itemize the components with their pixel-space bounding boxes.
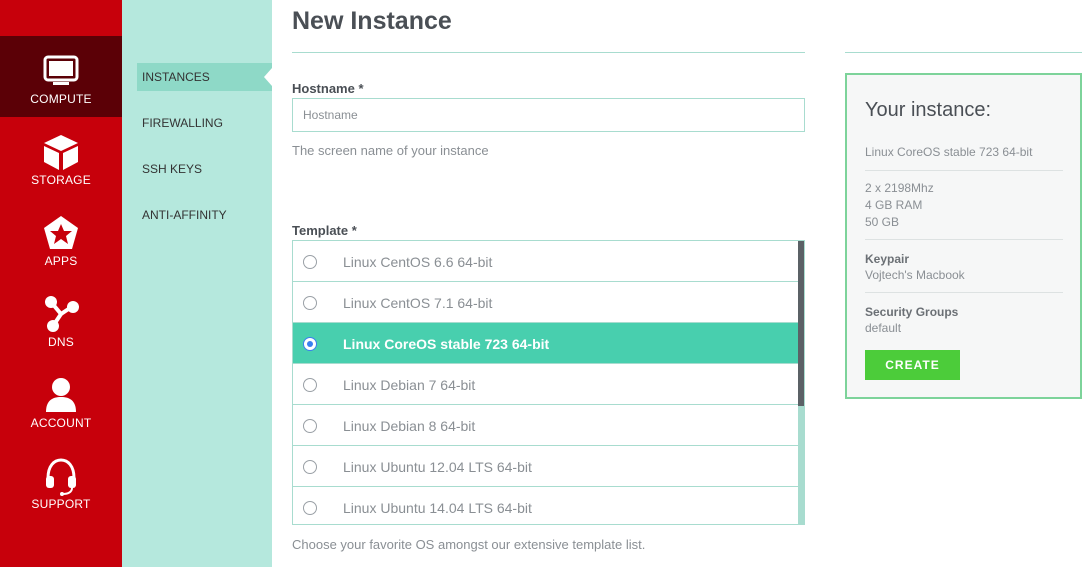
cube-icon bbox=[41, 132, 81, 172]
radio-button[interactable] bbox=[303, 378, 317, 392]
template-option[interactable]: Linux CentOS 7.1 64-bit bbox=[293, 282, 798, 323]
subnav-item-ssh-keys[interactable]: SSH KEYS bbox=[137, 155, 272, 183]
summary-divider bbox=[865, 239, 1063, 240]
keypair-label: Keypair bbox=[865, 252, 910, 266]
summary-cpu: 2 x 2198Mhz bbox=[865, 181, 934, 195]
nav-item-apps[interactable]: APPS bbox=[0, 198, 122, 279]
active-pointer bbox=[264, 68, 272, 86]
nav-item-dns[interactable]: DNS bbox=[0, 279, 122, 360]
template-option-label: Linux Debian 8 64-bit bbox=[343, 418, 476, 434]
nav-label: SUPPORT bbox=[31, 497, 91, 511]
security-groups-value: default bbox=[865, 321, 902, 335]
panel-title: Your instance: bbox=[865, 99, 992, 121]
share-nodes-icon bbox=[41, 294, 81, 334]
nav-label: COMPUTE bbox=[30, 92, 92, 106]
nav-item-compute[interactable]: COMPUTE bbox=[0, 36, 122, 117]
page-title: New Instance bbox=[292, 7, 452, 35]
secondary-nav: INSTANCES FIREWALLING SSH KEYS ANTI-AFFI… bbox=[122, 0, 272, 567]
template-option[interactable]: Linux Ubuntu 14.04 LTS 64-bit bbox=[293, 487, 798, 524]
security-groups-label: Security Groups bbox=[865, 305, 959, 319]
summary-template: Linux CoreOS stable 723 64-bit bbox=[865, 145, 1033, 159]
template-list[interactable]: Linux CentOS 6.6 64-bit Linux CentOS 7.1… bbox=[292, 240, 805, 525]
template-option[interactable]: Linux Debian 8 64-bit bbox=[293, 405, 798, 446]
title-divider bbox=[292, 52, 805, 53]
app-root: COMPUTE STORAGE APPS DNS ACCOUNT SUPPORT… bbox=[0, 0, 1090, 567]
scrollbar-thumb[interactable] bbox=[798, 241, 804, 406]
hostname-help: The screen name of your instance bbox=[292, 143, 489, 158]
radio-button[interactable] bbox=[303, 419, 317, 433]
template-option[interactable]: Linux CentOS 6.6 64-bit bbox=[293, 241, 798, 282]
radio-button[interactable] bbox=[303, 501, 317, 515]
template-help: Choose your favorite OS amongst our exte… bbox=[292, 537, 646, 552]
summary-disk: 50 GB bbox=[865, 215, 900, 229]
headset-icon bbox=[41, 456, 81, 496]
nav-label: ACCOUNT bbox=[30, 416, 92, 430]
nav-item-account[interactable]: ACCOUNT bbox=[0, 360, 122, 441]
nav-label: DNS bbox=[48, 335, 74, 349]
panel-divider bbox=[845, 52, 1082, 53]
template-option[interactable]: Linux Ubuntu 12.04 LTS 64-bit bbox=[293, 446, 798, 487]
nav-label: STORAGE bbox=[31, 173, 91, 187]
monitor-icon bbox=[41, 51, 81, 91]
radio-button[interactable] bbox=[303, 460, 317, 474]
nav-label: APPS bbox=[44, 254, 78, 268]
summary-ram: 4 GB RAM bbox=[865, 198, 923, 212]
nav-item-support[interactable]: SUPPORT bbox=[0, 441, 122, 522]
hostname-label: Hostname * bbox=[292, 81, 364, 96]
template-option-label: Linux Ubuntu 12.04 LTS 64-bit bbox=[343, 459, 532, 475]
subnav-item-instances[interactable]: INSTANCES bbox=[137, 63, 272, 91]
subnav-item-firewalling[interactable]: FIREWALLING bbox=[137, 109, 272, 137]
nav-item-storage[interactable]: STORAGE bbox=[0, 117, 122, 198]
template-option-label: Linux CoreOS stable 723 64-bit bbox=[343, 336, 550, 352]
hostname-input[interactable] bbox=[292, 98, 805, 132]
user-icon bbox=[41, 375, 81, 415]
template-option-label: Linux CentOS 6.6 64-bit bbox=[343, 254, 493, 270]
radio-button-checked[interactable] bbox=[303, 337, 317, 351]
radio-button[interactable] bbox=[303, 296, 317, 310]
summary-divider bbox=[865, 292, 1063, 293]
keypair-value: Vojtech's Macbook bbox=[865, 268, 965, 282]
primary-nav: COMPUTE STORAGE APPS DNS ACCOUNT SUPPORT bbox=[0, 0, 122, 567]
subnav-item-anti-affinity[interactable]: ANTI-AFFINITY bbox=[137, 201, 272, 229]
template-option-label: Linux Ubuntu 14.04 LTS 64-bit bbox=[343, 500, 532, 516]
template-option-label: Linux Debian 7 64-bit bbox=[343, 377, 476, 393]
template-option-selected[interactable]: Linux CoreOS stable 723 64-bit bbox=[293, 323, 798, 364]
template-label: Template * bbox=[292, 223, 357, 238]
summary-divider bbox=[865, 170, 1063, 171]
pentagon-star-icon bbox=[41, 213, 81, 253]
template-option-label: Linux CentOS 7.1 64-bit bbox=[343, 295, 493, 311]
radio-button[interactable] bbox=[303, 255, 317, 269]
template-option[interactable]: Linux Debian 7 64-bit bbox=[293, 364, 798, 405]
create-button[interactable]: CREATE bbox=[865, 350, 960, 380]
instance-summary-panel: Your instance: Linux CoreOS stable 723 6… bbox=[845, 73, 1082, 399]
